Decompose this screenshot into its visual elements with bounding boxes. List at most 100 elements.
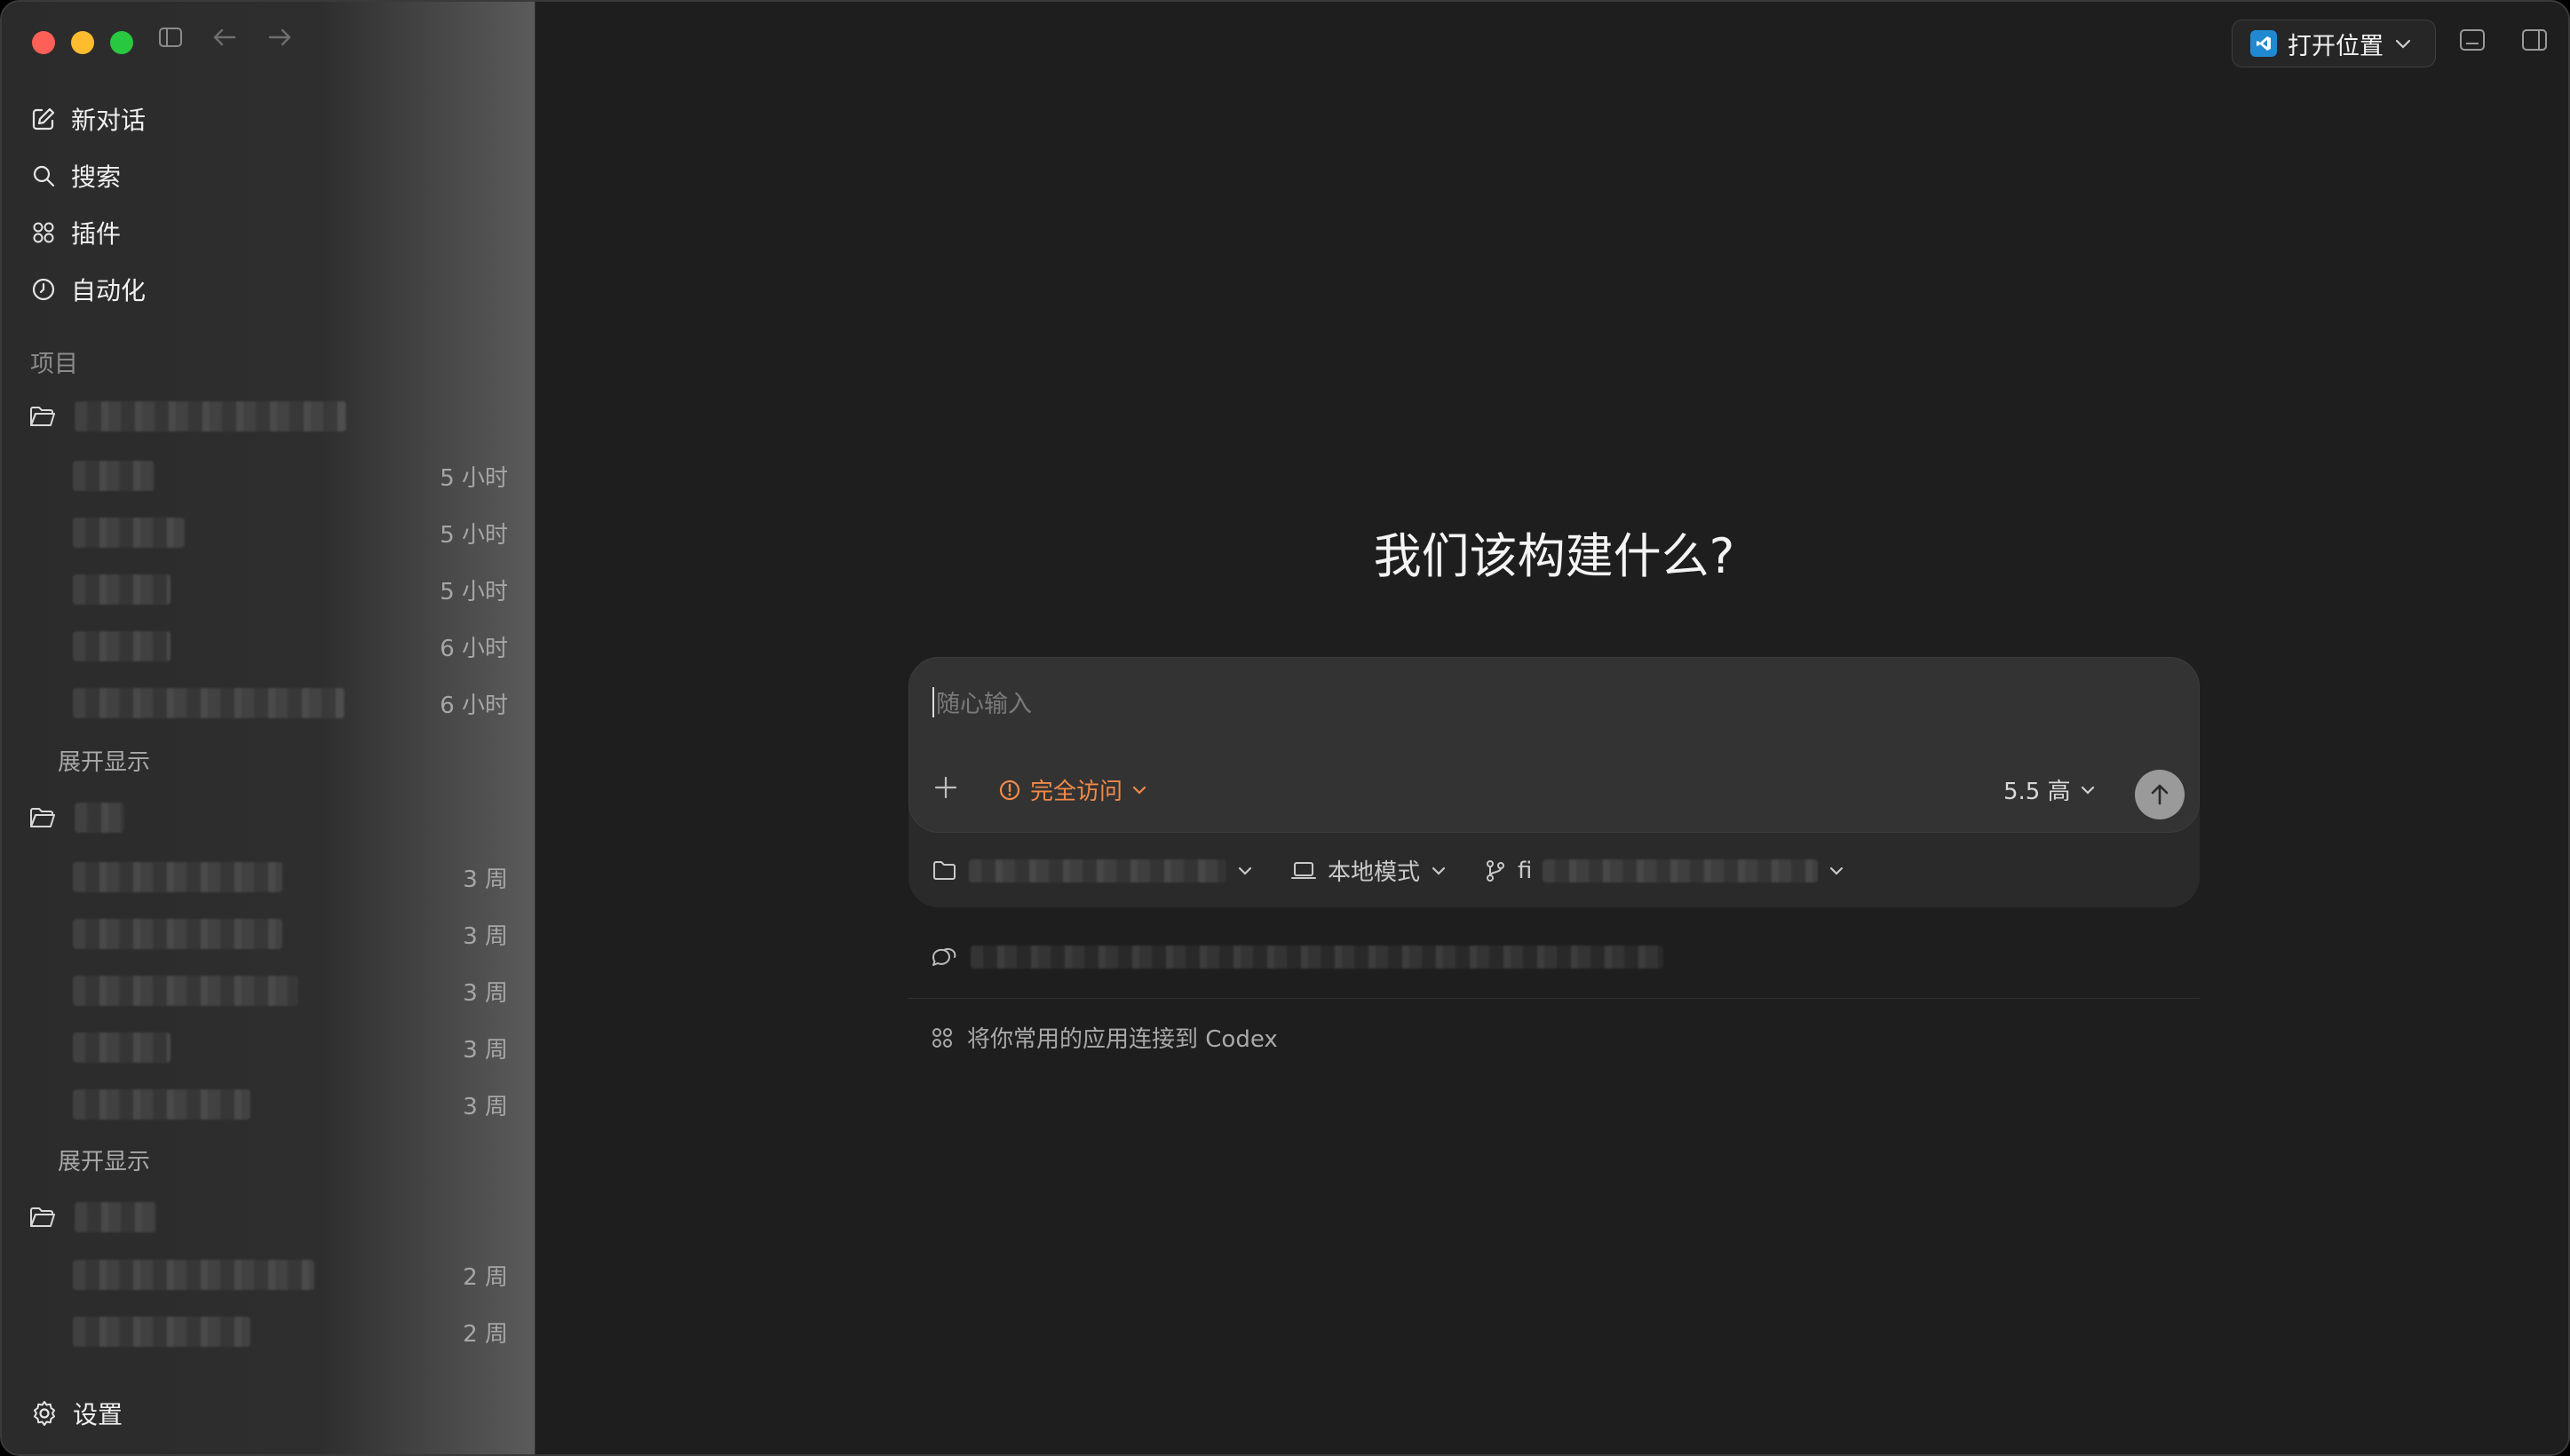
redacted-thread-title [73,574,171,605]
redacted-thread-title [73,862,282,892]
window-controls [32,31,133,54]
zoom-window-button[interactable] [110,31,133,54]
thread-item[interactable]: 5 小时 [73,572,508,607]
chevron-down-icon [2395,39,2411,49]
composer-context-bar: 本地模式 fi [932,854,1882,887]
attach-button[interactable] [932,772,959,807]
chevron-down-icon [1432,866,1446,875]
thread-item[interactable]: 2 周 [73,1314,508,1349]
connect-apps-link[interactable]: 将你常用的应用连接到 Codex [930,1021,1278,1054]
redacted-project-name [75,803,124,833]
settings-label: 设置 [73,1400,123,1429]
access-mode-label: 完全访问 [1030,779,1123,805]
redacted-thread-title [73,518,185,548]
bottom-panel-toggle-icon[interactable] [2459,28,2486,55]
redacted-thread-title [73,919,282,949]
minimize-window-button[interactable] [71,31,94,54]
sidebar-toolbar [158,27,293,48]
page-title: 我们该构建什么? [1373,528,1735,584]
git-branch-icon [1487,859,1505,882]
search-icon [33,165,55,187]
thread-time: 6 小时 [440,635,508,662]
branch-selector[interactable]: fi [1484,858,1844,884]
composer: 随心输入 完全访问 5.5 高 [908,657,2200,833]
warning-icon [999,779,1020,800]
sidebar-toggle-icon[interactable] [158,27,183,48]
redacted-thread-title [73,461,155,491]
prompt-input[interactable]: 随心输入 [932,684,1032,719]
gear-icon [34,1401,55,1426]
app-window: 新对话 搜索 插件 自动化 项目 5 小时 5 小时 5 小时 6 小时 6 小… [0,0,2570,1456]
project-folder[interactable] [28,1202,156,1232]
chevron-down-icon [1132,786,1146,795]
settings-button[interactable]: 设置 [30,1396,123,1431]
redacted-branch-name [1543,859,1819,882]
project-folder[interactable] [28,803,124,833]
chevron-down-icon [1238,866,1252,875]
plugins-icon [33,222,54,243]
sidebar-item-search[interactable]: 搜索 [28,147,508,204]
model-label: 5.5 高 [2003,779,2071,805]
clock-icon [32,278,55,301]
run-mode-selector[interactable]: 本地模式 [1290,854,1447,887]
prompt-placeholder: 随心输入 [936,691,1032,718]
back-arrow-icon[interactable] [211,27,238,48]
model-selector[interactable]: 5.5 高 [2003,773,2096,806]
redacted-project-name [75,1202,156,1232]
folder-open-icon [30,407,55,426]
folder-icon [933,860,956,880]
thread-time: 2 周 [463,1263,508,1291]
right-panel-toggle-icon[interactable] [2521,28,2548,55]
divider [908,998,2200,999]
thread-item[interactable]: 6 小时 [73,685,508,721]
thread-item[interactable]: 5 小时 [73,515,508,550]
chevron-down-icon [1830,866,1844,875]
branch-prefix: fi [1518,857,1533,884]
thread-item[interactable]: 3 周 [73,973,508,1009]
redacted-workspace-name [969,859,1226,882]
redacted-project-name [75,401,346,431]
forward-arrow-icon[interactable] [266,27,293,48]
sidebar-item-plugins[interactable]: 插件 [28,204,508,261]
sidebar-nav: 新对话 搜索 插件 自动化 [28,91,508,318]
panel-toggles [2459,28,2548,55]
apps-icon [932,1027,952,1048]
thread-item[interactable]: 3 周 [73,859,508,895]
sidebar-item-label: 插件 [71,219,122,249]
open-location-label: 打开位置 [2288,32,2384,60]
expand-button[interactable]: 展开显示 [58,1143,150,1176]
thread-item[interactable]: 3 周 [73,1030,508,1065]
expand-button[interactable]: 展开显示 [58,744,150,777]
redacted-thread-title [73,688,345,718]
thread-time: 3 周 [463,1093,508,1120]
laptop-icon [1291,861,1316,879]
thread-item[interactable]: 3 周 [73,916,508,952]
chevron-down-icon [2081,786,2094,795]
folder-open-icon [30,808,55,827]
plus-icon [934,776,957,799]
thread-time: 5 小时 [440,578,508,605]
thread-item[interactable]: 2 周 [73,1257,508,1293]
open-location-button[interactable]: 打开位置 [2232,20,2436,67]
redacted-thread-title [73,1033,171,1063]
sidebar-item-label: 自动化 [71,276,147,305]
close-window-button[interactable] [32,31,55,54]
composer-container: 随心输入 完全访问 5.5 高 本地模式 fi [908,657,2200,907]
sidebar-item-new-chat[interactable]: 新对话 [28,91,508,147]
text-caret [932,686,934,717]
thread-time: 5 小时 [440,464,508,492]
sidebar-item-automation[interactable]: 自动化 [28,261,508,318]
access-mode-selector[interactable]: 完全访问 [998,773,1147,806]
send-button[interactable] [2135,770,2185,819]
project-folder[interactable] [28,401,346,431]
suggestion-item[interactable] [930,945,1663,969]
thread-time: 3 周 [463,1036,508,1064]
thread-item[interactable]: 5 小时 [73,458,508,494]
main-panel: 打开位置 我们该构建什么? 随心输入 完全访问 5.5 高 本地模式 fi 将你… [535,2,2568,1454]
thread-item[interactable]: 6 小时 [73,629,508,664]
arrow-up-icon [2151,784,2169,805]
workspace-selector[interactable] [932,859,1253,882]
sidebar: 新对话 搜索 插件 自动化 项目 5 小时 5 小时 5 小时 6 小时 6 小… [2,2,535,1454]
run-mode-label: 本地模式 [1328,859,1421,886]
thread-item[interactable]: 3 周 [73,1087,508,1122]
